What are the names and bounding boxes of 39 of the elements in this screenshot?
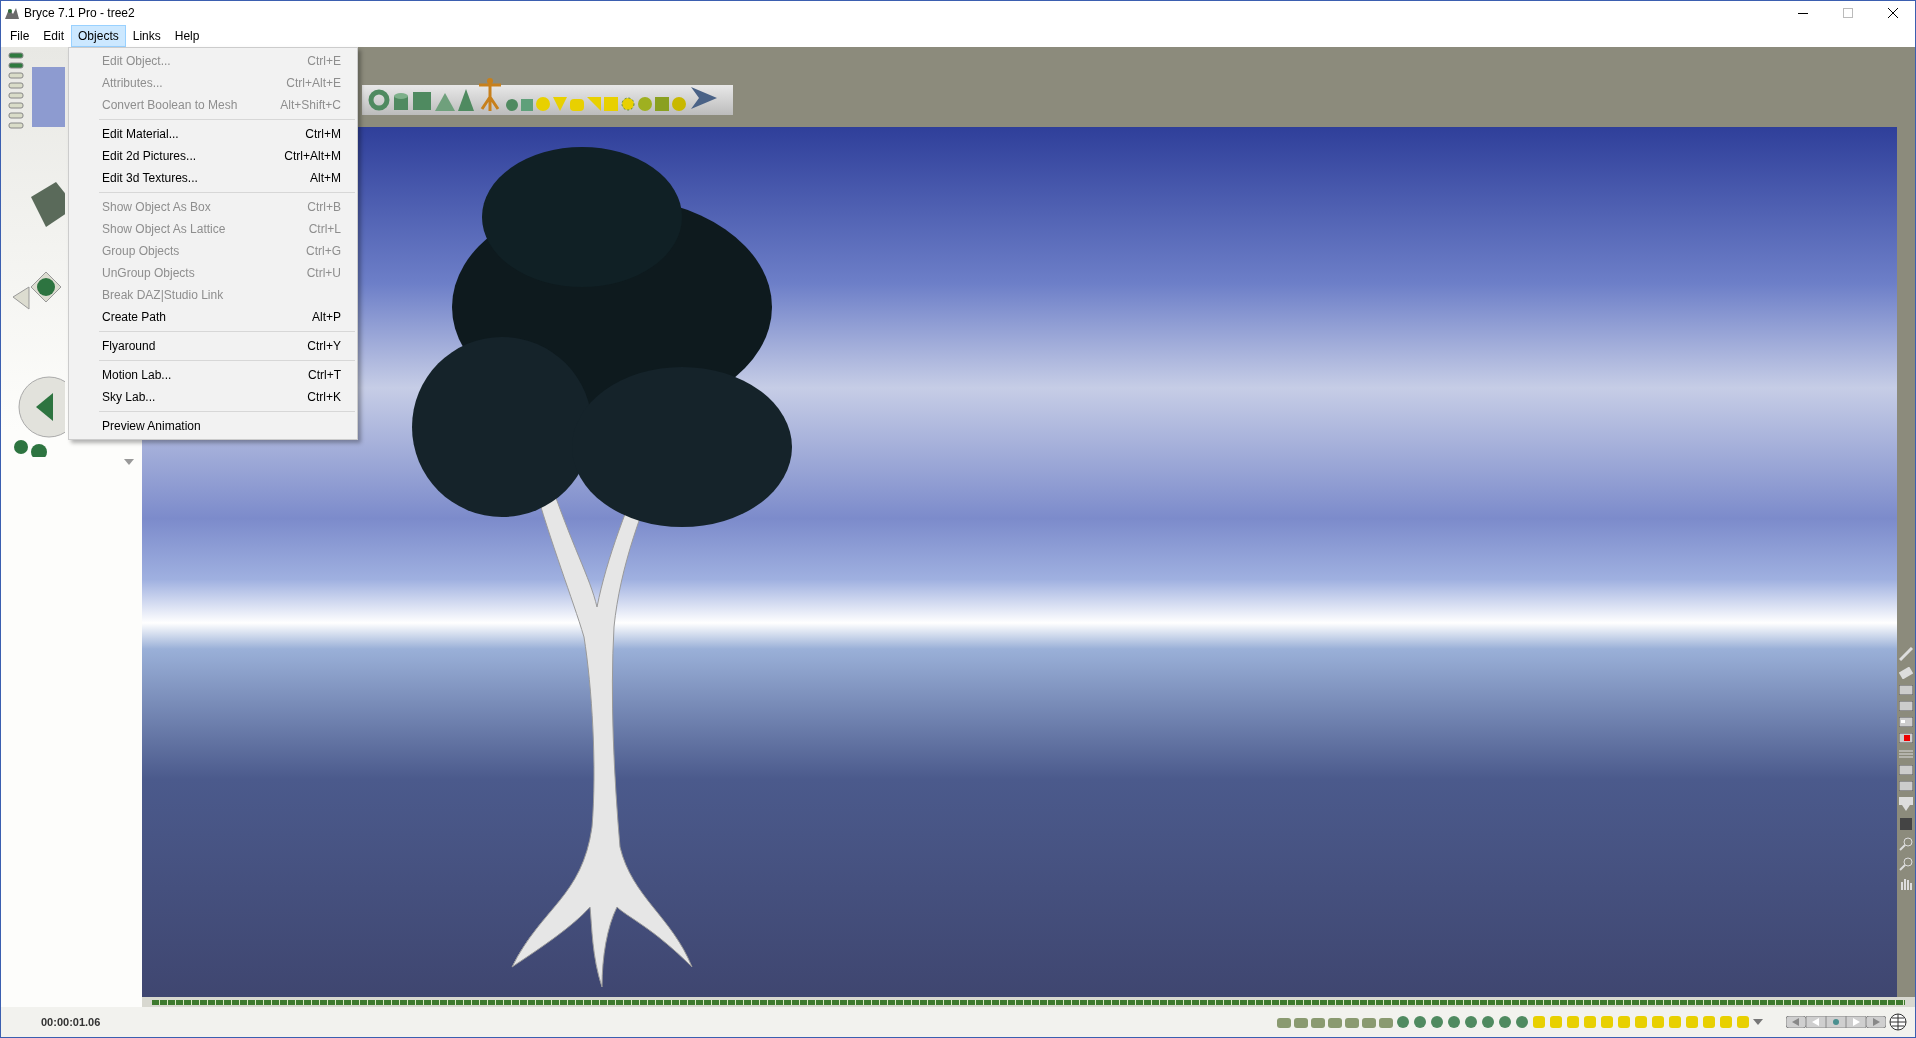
menu-item[interactable]: Help [167,25,207,47]
panel-icon[interactable] [1899,781,1913,791]
menu-item[interactable]: Edit Material... Ctrl+M [69,123,357,145]
panel-icon[interactable] [1899,685,1913,695]
close-icon [1887,8,1898,18]
lines-icon[interactable] [1899,749,1913,759]
skip-back-icon[interactable] [1786,1016,1806,1028]
minimize-icon [1797,12,1808,14]
step-back-icon[interactable] [1806,1016,1826,1028]
grid-arrow-icon[interactable] [1899,797,1913,811]
menu-item[interactable]: Flyaround Ctrl+Y [69,335,357,357]
maximize-icon [1842,8,1853,18]
play-icon[interactable] [1846,1016,1866,1028]
panel-icon[interactable] [1899,701,1913,711]
menu-item[interactable]: Create Path Alt+P [69,306,357,328]
menu-item[interactable]: Motion Lab... Ctrl+T [69,364,357,386]
record-icon[interactable] [1826,1016,1846,1028]
menu-item[interactable]: Links [125,25,168,47]
time-display: 00:00:01.06 [40,1014,102,1030]
menu-item[interactable]: Edit [36,25,72,47]
menu-item[interactable]: Preview Animation [69,415,357,437]
pencil-icon[interactable] [1899,647,1913,661]
dropdown-arrow-icon[interactable] [1753,1019,1763,1025]
indicator-icon[interactable] [1899,717,1913,727]
eraser-icon[interactable] [1899,667,1913,679]
zoom-out-icon[interactable] [1899,857,1913,871]
menu-item[interactable]: Sky Lab... Ctrl+K [69,386,357,408]
window-title: Bryce 7.1 Pro - tree2 [24,5,135,22]
panel-icon[interactable] [1899,765,1913,775]
record-icon[interactable] [1899,733,1913,743]
menu-item[interactable]: Edit 2d Pictures... Ctrl+Alt+M [69,145,357,167]
menu-item[interactable]: Objects [71,25,126,47]
menu-item[interactable]: File [3,25,37,47]
zoom-in-icon[interactable] [1899,837,1913,851]
globe-icon[interactable] [1889,1013,1907,1031]
dropdown-arrow-icon[interactable] [124,459,134,465]
figure-icon[interactable] [477,77,503,111]
triangle-logo-icon[interactable] [689,85,719,111]
menu-item[interactable]: Edit 3d Textures... Alt+M [69,167,357,189]
